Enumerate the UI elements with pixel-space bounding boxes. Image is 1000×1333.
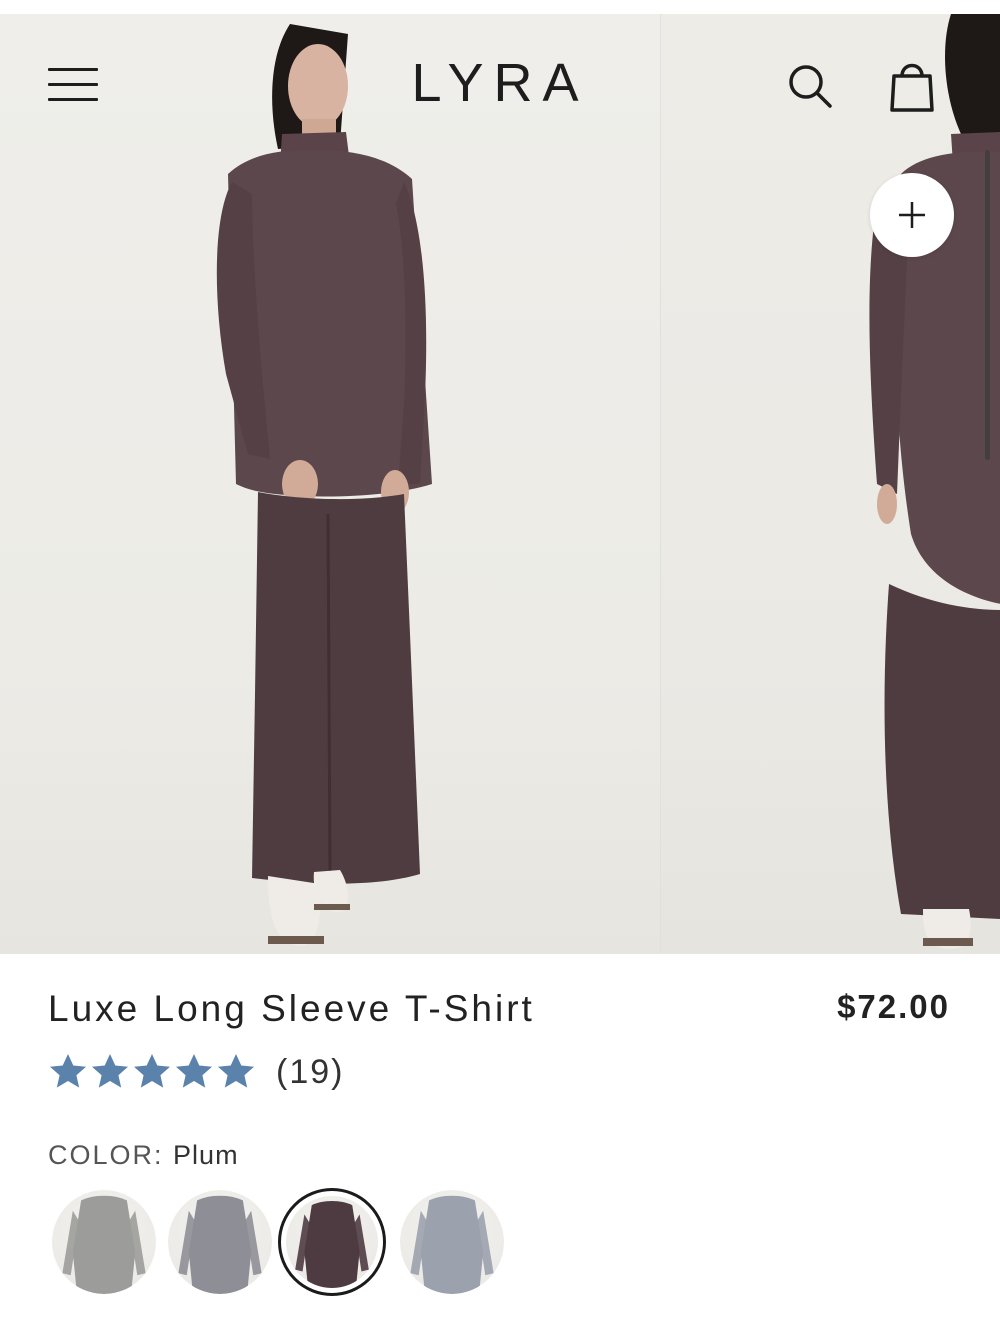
swatch-garment-image xyxy=(295,1201,369,1288)
add-to-cart-quick-button[interactable] xyxy=(870,173,954,257)
swatch-thumbnail xyxy=(52,1190,156,1294)
swatch-garment-image xyxy=(62,1195,146,1294)
product-image-gallery[interactable] xyxy=(0,14,1000,954)
star-icon xyxy=(176,1054,212,1088)
search-icon xyxy=(789,65,832,108)
swatch-thumbnail xyxy=(400,1190,504,1294)
color-swatch[interactable] xyxy=(168,1190,272,1294)
color-label: COLOR: xyxy=(48,1140,164,1170)
menu-button[interactable] xyxy=(40,60,106,108)
color-swatch[interactable] xyxy=(278,1188,386,1296)
swatch-garment-image xyxy=(178,1195,262,1294)
hamburger-line xyxy=(48,83,98,86)
brand-logo[interactable]: LYRA xyxy=(380,52,620,114)
product-photo-back[interactable] xyxy=(660,14,1000,954)
color-swatch[interactable] xyxy=(52,1190,156,1294)
product-price: $72.00 xyxy=(837,988,950,1025)
star-icon xyxy=(218,1054,254,1088)
swatch-garment-image xyxy=(410,1195,494,1294)
color-swatch[interactable] xyxy=(400,1190,504,1294)
star-icon xyxy=(134,1054,170,1088)
plus-icon xyxy=(899,202,925,228)
product-info: Luxe Long Sleeve T-Shirt $72.00 (19) COL… xyxy=(0,954,1000,1333)
hamburger-line xyxy=(48,98,98,101)
shopping-bag-icon xyxy=(890,63,934,112)
product-title: Luxe Long Sleeve T-Shirt xyxy=(48,988,535,1029)
star-icon xyxy=(50,1054,86,1088)
status-strip xyxy=(0,0,1000,14)
shopping-bag-button[interactable] xyxy=(880,56,944,116)
rating-stars xyxy=(48,1052,256,1092)
product-photo-front[interactable] xyxy=(0,14,660,954)
product-rating[interactable]: (19) xyxy=(48,1050,344,1094)
color-selector-label: COLOR: Plum xyxy=(48,1140,239,1171)
search-button[interactable] xyxy=(782,58,840,114)
swatch-thumbnail xyxy=(286,1196,378,1288)
hamburger-menu-icon xyxy=(48,68,98,71)
swatch-thumbnail xyxy=(168,1190,272,1294)
gallery-scrollbar[interactable] xyxy=(985,150,990,460)
selected-color-name: Plum xyxy=(173,1140,239,1170)
site-header: LYRA xyxy=(0,14,1000,154)
review-count[interactable]: (19) xyxy=(276,1053,344,1092)
star-icon xyxy=(92,1054,128,1088)
